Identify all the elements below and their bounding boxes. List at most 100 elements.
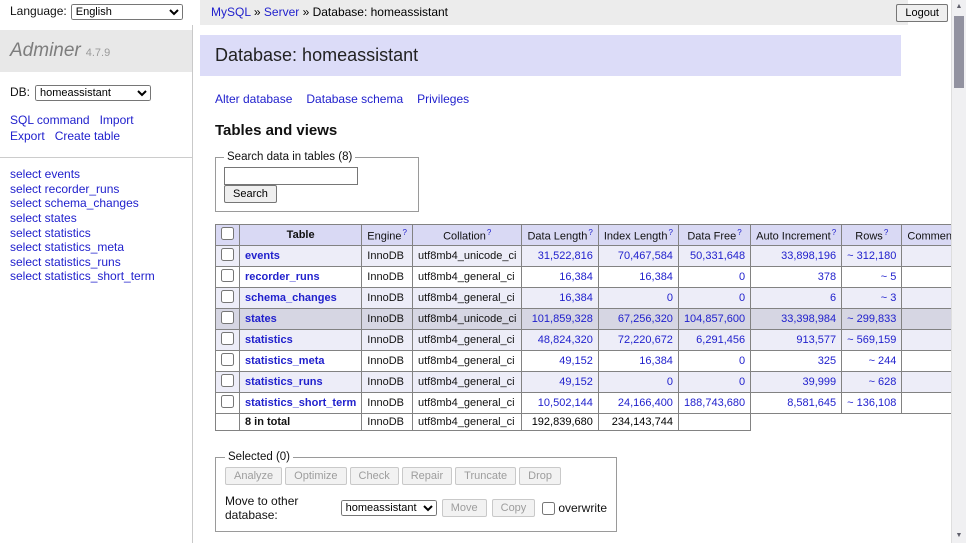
sidebar-table-link[interactable]: select schema_changes (10, 196, 182, 211)
scrollbar-thumb[interactable] (954, 16, 964, 88)
data-free-link[interactable]: 0 (739, 271, 745, 283)
data-length-link[interactable]: 48,824,320 (538, 334, 593, 346)
sidebar-table-link[interactable]: select statistics_short_term (10, 269, 182, 284)
move-button[interactable]: Move (442, 499, 487, 517)
db-action-link[interactable]: Database schema (306, 92, 403, 106)
bulk-action-button[interactable]: Truncate (455, 467, 516, 485)
scroll-up-icon[interactable]: ▲ (952, 0, 966, 14)
rows-link[interactable]: ~ 628 (869, 376, 897, 388)
auto-increment-link[interactable]: 913,577 (796, 334, 836, 346)
scrollbar[interactable]: ▲ ▼ (951, 0, 966, 543)
search-input[interactable] (224, 167, 358, 185)
data-length-link[interactable]: 10,502,144 (538, 397, 593, 409)
sidebar-table-link[interactable]: select statistics (10, 226, 182, 241)
rows-link[interactable]: ~ 312,180 (847, 250, 896, 262)
column-help-link[interactable]: ? (884, 228, 888, 237)
auto-increment-link[interactable]: 325 (818, 355, 836, 367)
sidebar-action-link[interactable]: Import (100, 113, 134, 127)
sidebar-action-link[interactable]: SQL command (10, 113, 90, 127)
row-checkbox[interactable] (221, 332, 234, 345)
column-help-link[interactable]: ? (403, 228, 407, 237)
table-name-link[interactable]: statistics_runs (245, 376, 323, 388)
data-length-link[interactable]: 49,152 (559, 355, 593, 367)
sidebar-table-link[interactable]: select statistics_meta (10, 240, 182, 255)
data-length-link[interactable]: 101,859,328 (532, 313, 593, 325)
overwrite-checkbox[interactable] (542, 502, 555, 515)
table-name-link[interactable]: events (245, 250, 280, 262)
auto-increment-link[interactable]: 8,581,645 (787, 397, 836, 409)
index-length-link[interactable]: 16,384 (639, 271, 673, 283)
sidebar-table-link[interactable]: select statistics_runs (10, 255, 182, 270)
bulk-action-button[interactable]: Analyze (225, 467, 282, 485)
row-checkbox[interactable] (221, 395, 234, 408)
select-all-checkbox[interactable] (221, 227, 234, 240)
data-length-link[interactable]: 31,522,816 (538, 250, 593, 262)
table-name-link[interactable]: schema_changes (245, 292, 337, 304)
data-length-link[interactable]: 16,384 (559, 271, 593, 283)
search-button[interactable]: Search (224, 185, 277, 203)
table-name-link[interactable]: statistics_short_term (245, 397, 356, 409)
row-checkbox[interactable] (221, 248, 234, 261)
auto-increment-link[interactable]: 378 (818, 271, 836, 283)
column-help-link[interactable]: ? (588, 228, 592, 237)
column-help-link[interactable]: ? (487, 228, 491, 237)
row-checkbox[interactable] (221, 374, 234, 387)
auto-increment-link[interactable]: 33,398,984 (781, 313, 836, 325)
rows-link[interactable]: ~ 136,108 (847, 397, 896, 409)
index-length-link[interactable]: 16,384 (639, 355, 673, 367)
rows-link[interactable]: ~ 569,159 (847, 334, 896, 346)
data-free-link[interactable]: 0 (739, 292, 745, 304)
rows-link[interactable]: ~ 244 (869, 355, 897, 367)
rows-link[interactable]: ~ 3 (881, 292, 897, 304)
index-length-link[interactable]: 70,467,584 (618, 250, 673, 262)
data-length-link[interactable]: 49,152 (559, 376, 593, 388)
data-free-link[interactable]: 104,857,600 (684, 313, 745, 325)
auto-increment-link[interactable]: 33,898,196 (781, 250, 836, 262)
db-select[interactable]: homeassistant (35, 85, 151, 101)
index-length-link[interactable]: 24,166,400 (618, 397, 673, 409)
auto-increment-link[interactable]: 6 (830, 292, 836, 304)
column-help-link[interactable]: ? (737, 228, 741, 237)
breadcrumb-item[interactable]: MySQL (211, 5, 251, 19)
row-checkbox[interactable] (221, 290, 234, 303)
data-length-link[interactable]: 16,384 (559, 292, 593, 304)
index-length-link[interactable]: 0 (667, 376, 673, 388)
rows-link[interactable]: ~ 5 (881, 271, 897, 283)
data-free-link[interactable]: 0 (739, 376, 745, 388)
language-select[interactable]: English (71, 4, 183, 20)
table-name-link[interactable]: states (245, 313, 277, 325)
sidebar-action-link[interactable]: Create table (55, 129, 120, 143)
sidebar-action-link[interactable]: Export (10, 129, 45, 143)
bulk-action-button[interactable]: Drop (519, 467, 561, 485)
data-free-link[interactable]: 6,291,456 (696, 334, 745, 346)
breadcrumb-item[interactable]: Server (264, 5, 299, 19)
table-name-link[interactable]: recorder_runs (245, 271, 320, 283)
db-action-link[interactable]: Privileges (417, 92, 469, 106)
logout-button[interactable]: Logout (896, 4, 948, 22)
table-name-link[interactable]: statistics (245, 334, 293, 346)
column-help-link[interactable]: ? (668, 228, 672, 237)
row-checkbox[interactable] (221, 269, 234, 282)
data-free-link[interactable]: 188,743,680 (684, 397, 745, 409)
move-db-select[interactable]: homeassistant (341, 500, 437, 516)
bulk-action-button[interactable]: Repair (402, 467, 452, 485)
data-free-link[interactable]: 0 (739, 355, 745, 367)
row-checkbox[interactable] (221, 353, 234, 366)
bulk-action-button[interactable]: Check (350, 467, 399, 485)
index-length-link[interactable]: 67,256,320 (618, 313, 673, 325)
sidebar-table-link[interactable]: select events (10, 167, 182, 182)
rows-link[interactable]: ~ 299,833 (847, 313, 896, 325)
index-length-link[interactable]: 72,220,672 (618, 334, 673, 346)
bulk-action-button[interactable]: Optimize (285, 467, 346, 485)
copy-button[interactable]: Copy (492, 499, 536, 517)
sidebar-table-link[interactable]: select states (10, 211, 182, 226)
auto-increment-link[interactable]: 39,999 (803, 376, 837, 388)
db-action-link[interactable]: Alter database (215, 92, 292, 106)
index-length-link[interactable]: 0 (667, 292, 673, 304)
table-name-link[interactable]: statistics_meta (245, 355, 325, 367)
sidebar-table-link[interactable]: select recorder_runs (10, 182, 182, 197)
data-free-link[interactable]: 50,331,648 (690, 250, 745, 262)
column-help-link[interactable]: ? (832, 228, 836, 237)
scroll-down-icon[interactable]: ▼ (952, 529, 966, 543)
row-checkbox[interactable] (221, 311, 234, 324)
